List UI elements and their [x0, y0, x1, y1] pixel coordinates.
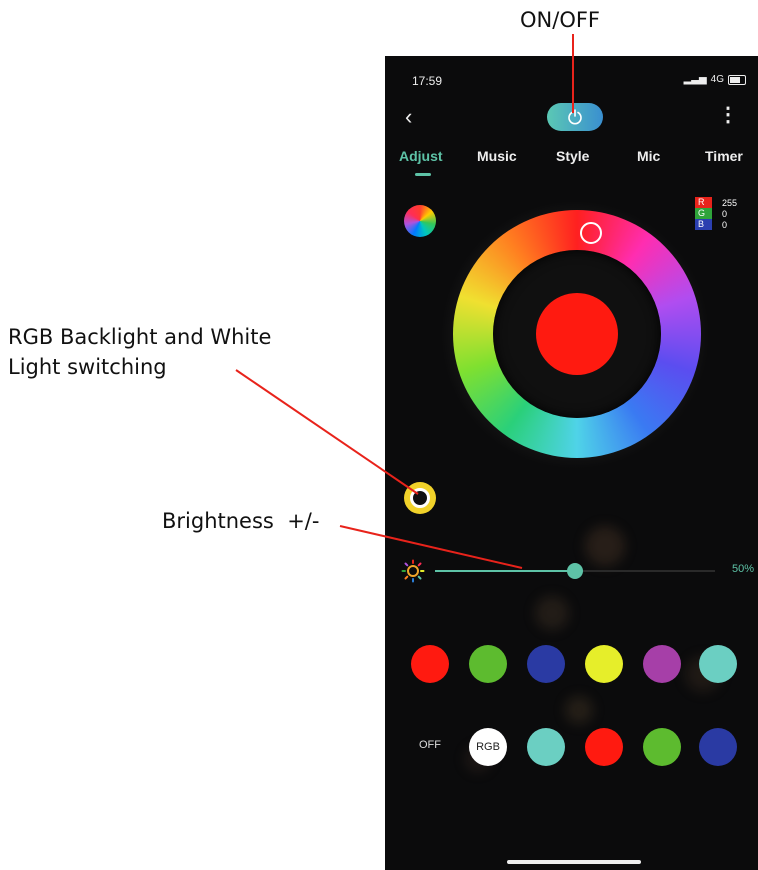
tab-style[interactable]: Style [556, 148, 589, 164]
tab-mic[interactable]: Mic [637, 148, 660, 164]
brightness-control: 50% [399, 559, 754, 583]
power-icon [568, 109, 582, 125]
preset-swatches-row-1 [411, 645, 751, 685]
brightness-value: 50% [731, 563, 754, 575]
bokeh [535, 596, 569, 630]
preset-swatch[interactable] [585, 728, 623, 766]
brightness-slider-fill [435, 570, 575, 572]
battery-icon [728, 74, 746, 85]
chevron-left-icon: ‹ [405, 104, 413, 129]
rgb-row-r: R 255 [695, 197, 751, 208]
rgb-value-r: 255 [722, 197, 738, 208]
tab-bar: Adjust Music Style Mic Timer [385, 148, 758, 178]
callout-rgb-switch: RGB Backlight and White Light switching [8, 325, 272, 379]
callout-brightness: Brightness +/- [162, 509, 320, 533]
brightness-slider-thumb[interactable] [567, 563, 583, 579]
more-vertical-icon: ⋮ [718, 104, 738, 126]
color-mode-wheel-icon[interactable] [404, 205, 436, 237]
rgb-white-switch-button[interactable] [404, 482, 436, 514]
preset-swatch[interactable] [527, 728, 565, 766]
network-label: 4G [710, 74, 724, 85]
signal-icon: ▂▃▅ [683, 74, 707, 85]
preset-swatches-row-2: OFF RGB [411, 728, 751, 768]
tab-adjust[interactable]: Adjust [399, 148, 443, 164]
current-color-preview [536, 293, 618, 375]
rgb-preset-button[interactable]: RGB [469, 728, 507, 766]
home-indicator [507, 860, 641, 864]
more-menu-button[interactable]: ⋮ [718, 102, 738, 127]
color-wheel-cursor[interactable] [580, 222, 602, 244]
rgb-key-g: G [695, 208, 712, 219]
preset-swatch[interactable] [699, 645, 737, 683]
rgb-key-b: B [695, 219, 712, 230]
rgb-row-b: B 0 [695, 219, 751, 230]
callout-on-off: ON/OFF [520, 8, 601, 32]
rgb-key-r: R [695, 197, 712, 208]
status-indicators: ▂▃▅ 4G [684, 74, 746, 85]
rgb-value-b: 0 [722, 219, 728, 230]
preset-swatch[interactable] [527, 645, 565, 683]
phone-screen: 17:59 ▂▃▅ 4G ‹ ⋮ Adjust Music Style Mic … [385, 56, 758, 870]
preset-swatch[interactable] [643, 728, 681, 766]
tab-music[interactable]: Music [477, 148, 517, 164]
rgb-readout: R 255 G 0 B 0 [695, 197, 751, 230]
active-tab-indicator [415, 173, 431, 176]
preset-swatch[interactable] [643, 645, 681, 683]
preset-swatch[interactable] [469, 645, 507, 683]
brightness-slider[interactable] [435, 563, 715, 579]
off-preset[interactable]: OFF [419, 739, 441, 751]
power-button[interactable] [547, 103, 603, 131]
tab-timer[interactable]: Timer [705, 148, 743, 164]
bokeh [565, 696, 593, 724]
preset-swatch[interactable] [411, 645, 449, 683]
preset-swatch[interactable] [699, 728, 737, 766]
back-button[interactable]: ‹ [405, 104, 412, 130]
rgb-value-g: 0 [722, 208, 728, 219]
status-time: 17:59 [412, 74, 443, 88]
brightness-sun-icon [401, 559, 425, 583]
preset-swatch[interactable] [585, 645, 623, 683]
rgb-row-g: G 0 [695, 208, 751, 219]
